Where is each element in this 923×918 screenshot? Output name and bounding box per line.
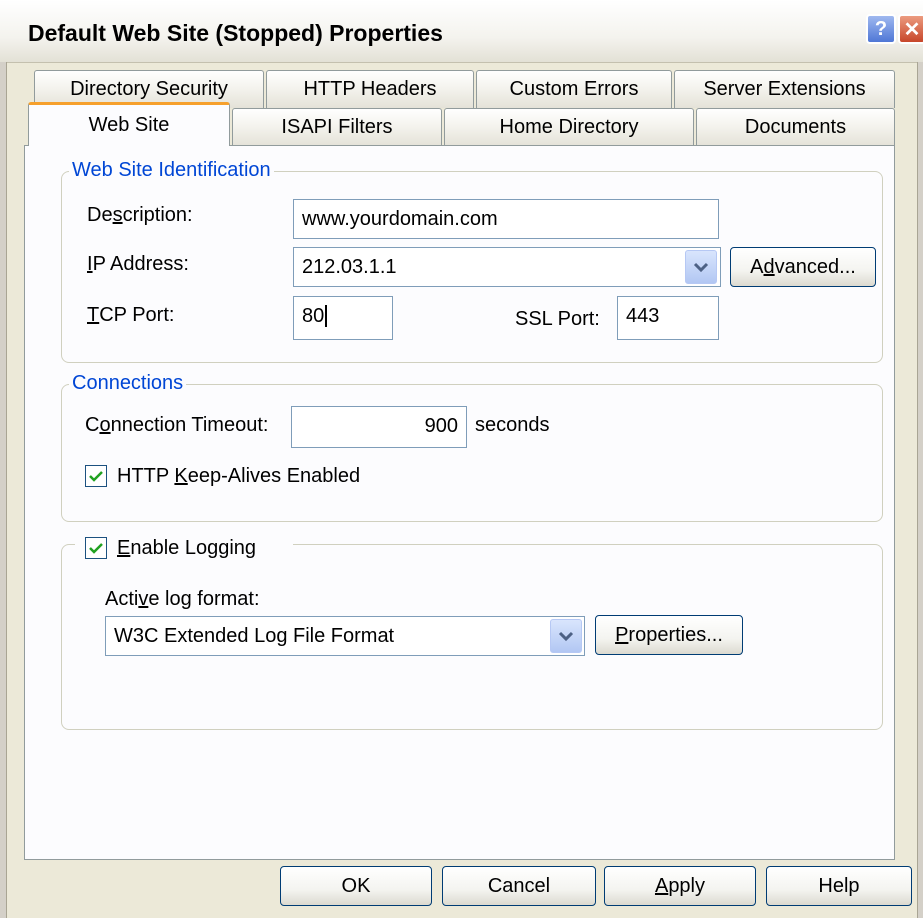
keep-alives-label: HTTP Keep-Alives Enabled (117, 465, 361, 487)
description-label: Description: (87, 204, 193, 226)
chevron-down-icon (558, 631, 574, 642)
log-format-value: W3C Extended Log File Format (114, 625, 395, 647)
enable-logging-checkbox[interactable] (85, 537, 107, 559)
tab-http-headers[interactable]: HTTP Headers (266, 70, 474, 108)
ip-address-value: 212.03.1.1 (302, 256, 397, 278)
tab-documents[interactable]: Documents (696, 108, 895, 146)
connection-timeout-field[interactable]: 900 (291, 406, 467, 448)
enable-logging-label: Enable Logging (117, 537, 257, 559)
checkmark-icon (89, 471, 103, 482)
chevron-down-icon (693, 262, 709, 273)
apply-button[interactable]: Apply (604, 866, 756, 906)
log-format-dropdown-button[interactable] (550, 619, 582, 653)
tab-label: HTTP Headers (303, 78, 437, 100)
active-log-format-label: Active log format: (105, 588, 260, 610)
tab-web-site[interactable]: Web Site (28, 102, 230, 146)
tab-label: Home Directory (499, 116, 639, 138)
ip-address-select[interactable]: 212.03.1.1 (293, 247, 721, 287)
tab-home-directory[interactable]: Home Directory (444, 108, 694, 146)
tcp-port-value: 80 (302, 305, 325, 327)
advanced-button[interactable]: Ad vanced... (730, 247, 876, 287)
tab-label: Custom Errors (509, 78, 639, 100)
help-caption-button[interactable]: ? (866, 14, 896, 44)
timeout-unit-label: seconds (475, 414, 550, 436)
tab-label: Web Site (88, 114, 170, 136)
close-button[interactable]: ✕ (898, 14, 923, 44)
window-frame-left (0, 62, 7, 918)
description-field[interactable]: www.yourdomain.com (293, 199, 719, 239)
ok-button[interactable]: OK (280, 866, 432, 906)
cancel-button[interactable]: Cancel (442, 866, 596, 906)
connections-legend: Connections (69, 371, 187, 395)
log-format-select[interactable]: W3C Extended Log File Format (105, 616, 585, 656)
tab-isapi-filters[interactable]: ISAPI Filters (232, 108, 442, 146)
web-site-identification-legend: Web Site Identification (69, 158, 274, 182)
tab-label: Server Extensions (703, 78, 866, 100)
text-cursor (325, 305, 328, 327)
tab-label: ISAPI Filters (281, 116, 393, 138)
tab-label: Directory Security (70, 78, 228, 100)
tcp-port-label: TCP Port: (87, 304, 175, 326)
ssl-port-field[interactable]: 443 (617, 296, 719, 340)
question-icon: ? (874, 17, 888, 40)
tab-panel-web-site: Web Site Identification Description: www… (24, 145, 895, 860)
tcp-port-field[interactable]: 80 (293, 296, 393, 340)
window-title: Default Web Site (Stopped) Properties (28, 20, 443, 46)
help-button[interactable]: Help (766, 866, 912, 906)
ssl-port-label: SSL Port: (515, 308, 600, 330)
title-bar: Default Web Site (Stopped) Properties ? … (0, 0, 923, 63)
connection-timeout-label: Connection Timeout: (85, 414, 269, 436)
tab-label: Documents (744, 116, 847, 138)
ip-address-label: IP Address: (87, 253, 189, 275)
ip-address-dropdown-button[interactable] (685, 250, 717, 284)
connections-group (61, 384, 883, 522)
checkmark-icon (89, 543, 103, 554)
keep-alives-checkbox[interactable] (85, 465, 107, 487)
log-properties-button[interactable]: Properties... (595, 615, 743, 655)
tab-server-extensions[interactable]: Server Extensions (674, 70, 895, 108)
close-icon: ✕ (903, 18, 921, 41)
tab-custom-errors[interactable]: Custom Errors (476, 70, 672, 108)
window-frame-right (917, 62, 923, 918)
